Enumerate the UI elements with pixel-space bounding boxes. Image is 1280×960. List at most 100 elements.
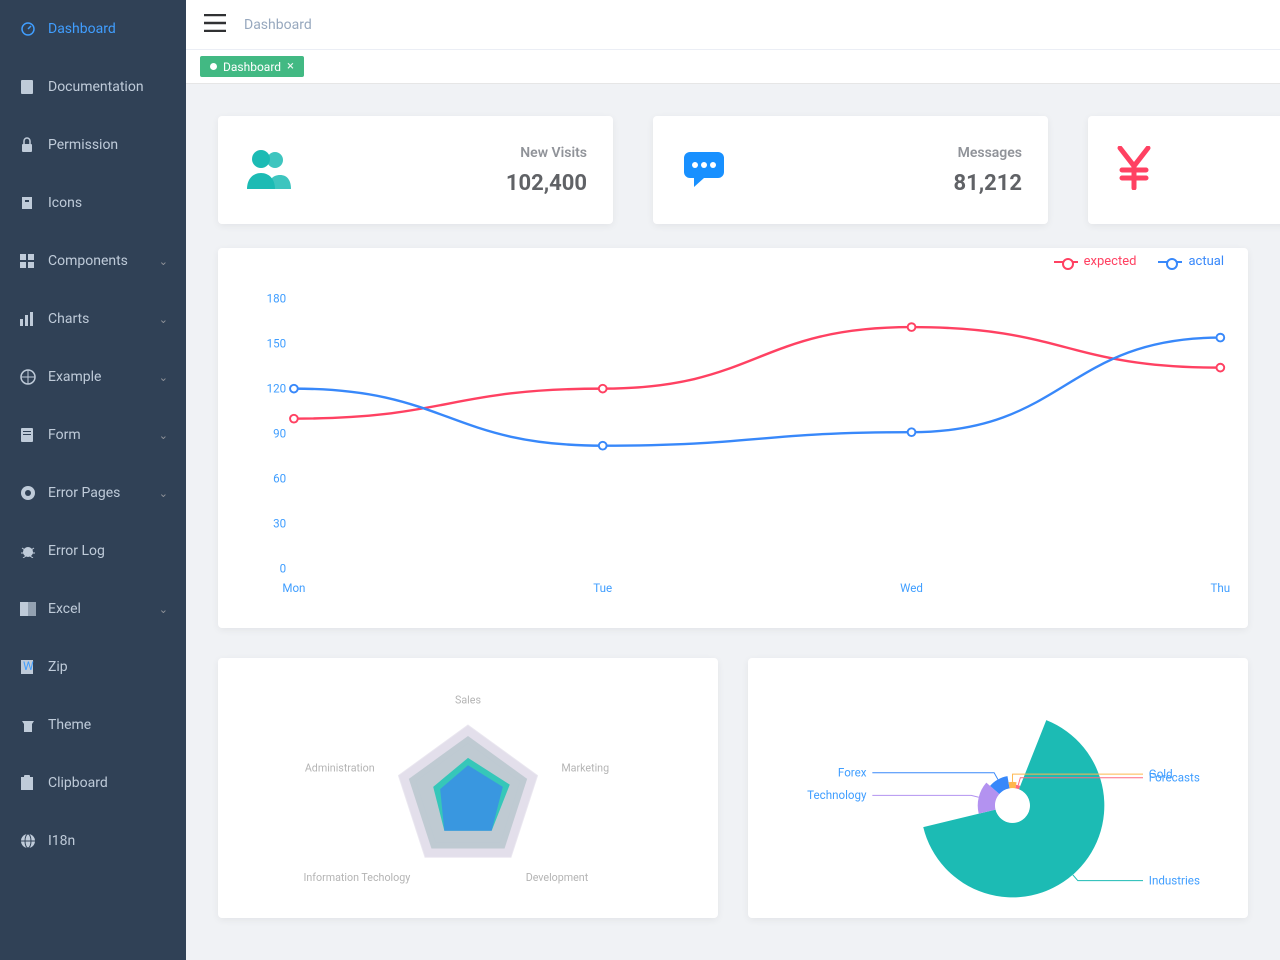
form-icon [20,427,48,443]
sidebar-item-label: Icons [48,195,82,211]
sidebar-item-label: Clipboard [48,775,108,791]
sidebar-item-example[interactable]: Example ⌄ [0,348,186,406]
close-icon[interactable]: × [287,59,294,74]
svg-text:Industries: Industries [1149,874,1200,888]
sidebar-item-error-log[interactable]: Error Log [0,522,186,580]
stat-value: 102,400 [506,171,587,196]
svg-text:Development: Development [526,871,589,884]
bug-icon [20,544,48,558]
sidebar-item-dashboard[interactable]: Dashboard [0,0,186,58]
sidebar-item-label: Zip [48,659,68,675]
line-chart-legend: expected actual [1054,254,1224,269]
svg-text:Administration: Administration [305,761,375,774]
legend-actual[interactable]: actual [1158,254,1224,269]
sidebar-item-label: Components [48,253,128,269]
svg-text:30: 30 [273,517,286,531]
sidebar-item-label: Form [48,427,81,443]
tag-active-dot [210,63,217,70]
sidebar-item-label: Permission [48,137,118,153]
line-chart-panel: expected actual 0 30 60 90 120 150 180 Mon Tue We… [218,248,1248,628]
sidebar-item-i18n[interactable]: I18n [0,812,186,870]
clipboard-icon [20,775,48,791]
sidebar-item-label: Example [48,369,101,385]
sidebar-item-excel[interactable]: Excel ⌄ [0,580,186,638]
svg-text:120: 120 [267,381,287,395]
secondary-charts-row: Sales Marketing Development Information Tec… [218,658,1248,918]
svg-text:W: W [23,659,34,673]
svg-text:60: 60 [273,472,286,486]
pie-chart-panel: IndustriesTechnologyForexGoldForecasts [748,658,1248,918]
sidebar-item-components[interactable]: Components⌄ [0,232,186,290]
sidebar-item-zip[interactable]: W Zip [0,638,186,696]
dashboard-content: New Visits 102,400 Messages 81,212 expected… [186,84,1280,950]
legend-expected[interactable]: expected [1054,254,1137,269]
sidebar-item-theme[interactable]: Theme [0,696,186,754]
stat-label: Messages [953,145,1022,161]
svg-text:Marketing: Marketing [561,761,609,774]
theme-icon [20,718,48,732]
svg-text:Wed: Wed [900,581,923,595]
yen-icon [1114,146,1154,194]
i18n-icon [20,833,48,849]
svg-text:180: 180 [267,291,287,305]
svg-text:Information Techology: Information Techology [303,871,410,884]
chevron-down-icon: ⌄ [159,371,168,384]
line-chart: 0 30 60 90 120 150 180 Mon Tue Wed Thu [236,266,1230,611]
message-icon [679,147,729,193]
stat-card-new-visits[interactable]: New Visits 102,400 [218,116,613,224]
tags-view: Dashboard × [186,50,1280,84]
svg-text:Mon: Mon [282,581,305,595]
sidebar-item-label: Excel [48,601,81,617]
sidebar-item-label: Error Pages [48,485,120,501]
components-icon [20,254,48,268]
sidebar-item-permission[interactable]: Permission [0,116,186,174]
chevron-down-icon: ⌄ [159,603,168,616]
sidebar-item-label: Documentation [48,79,144,95]
sidebar-item-label: I18n [48,833,75,849]
example-icon [20,369,48,385]
topbar: Dashboard [186,0,1280,50]
chevron-down-icon: ⌄ [159,313,168,326]
people-icon [244,147,294,193]
sidebar-item-form[interactable]: Form ⌄ [0,406,186,464]
svg-text:150: 150 [267,336,287,350]
sidebar-item-label: Error Log [48,543,105,559]
hamburger-icon[interactable] [204,14,226,36]
zip-icon: W [20,659,48,675]
sidebar: Dashboard Documentation Permission Icons Com… [0,0,186,960]
sidebar-item-label: Dashboard [48,21,116,37]
tag-label: Dashboard [223,60,281,74]
stat-card-partial[interactable] [1088,116,1280,224]
svg-text:Tue: Tue [593,581,612,595]
breadcrumb: Dashboard [244,17,312,33]
icons-icon [20,195,48,211]
svg-text:Thu: Thu [1211,581,1230,595]
chevron-down-icon: ⌄ [159,429,168,442]
dashboard-icon [20,21,48,37]
sidebar-item-documentation[interactable]: Documentation [0,58,186,116]
stat-cards-row: New Visits 102,400 Messages 81,212 [218,116,1248,224]
sidebar-item-error-pages[interactable]: Error Pages ⌄ [0,464,186,522]
stat-value: 81,212 [953,171,1022,196]
lock-icon [20,137,48,153]
stat-card-messages[interactable]: Messages 81,212 [653,116,1048,224]
tag-dashboard[interactable]: Dashboard × [200,56,304,77]
radar-chart-panel: Sales Marketing Development Information Tec… [218,658,718,918]
error-icon [20,485,48,501]
doc-icon [20,79,48,95]
excel-icon [20,602,48,616]
svg-text:Sales: Sales [455,694,481,707]
sidebar-item-label: Theme [48,717,91,733]
svg-text:Forecasts: Forecasts [1149,771,1200,785]
sidebar-item-clipboard[interactable]: Clipboard [0,754,186,812]
radar-chart: Sales Marketing Development Information Tec… [236,676,700,906]
svg-text:0: 0 [280,562,287,576]
sidebar-item-label: Charts [48,311,89,327]
charts-icon [20,312,48,326]
sidebar-item-icons[interactable]: Icons [0,174,186,232]
sidebar-item-charts[interactable]: Charts ⌄ [0,290,186,348]
chevron-down-icon: ⌄ [159,487,168,500]
stat-label: New Visits [506,145,587,161]
pie-chart: IndustriesTechnologyForexGoldForecasts [766,676,1230,906]
svg-text:90: 90 [273,427,286,441]
